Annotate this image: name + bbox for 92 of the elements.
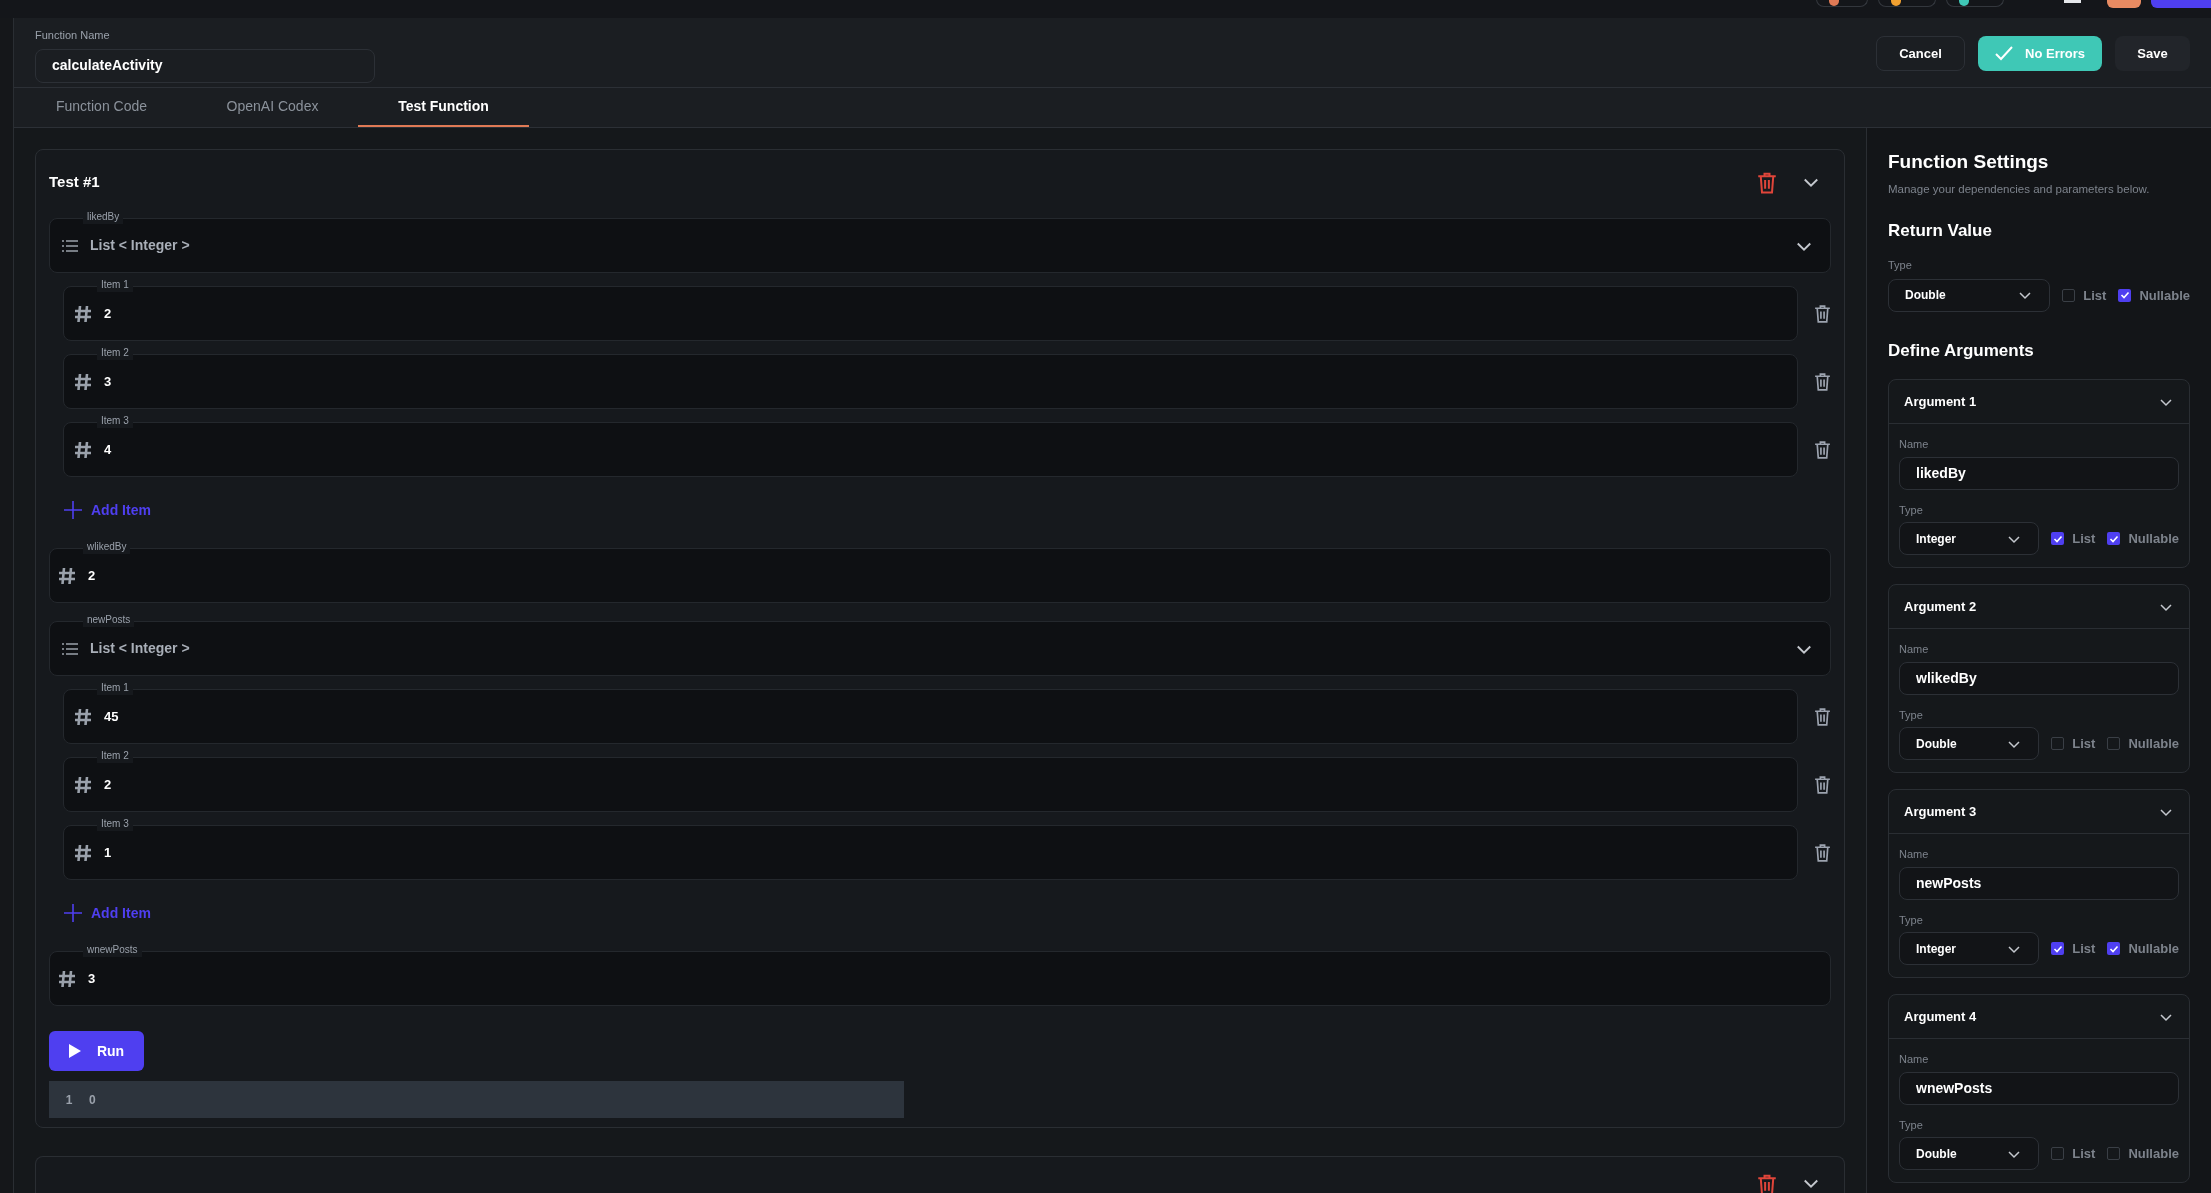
panel-title: Function Settings xyxy=(1888,150,2050,174)
trash-icon[interactable] xyxy=(1757,170,1777,194)
checkbox[interactable] xyxy=(2107,942,2121,956)
field-label: Item 3 xyxy=(97,816,133,831)
checkbox-label: Nullable xyxy=(2128,1145,2179,1163)
trash-icon[interactable] xyxy=(1814,843,1831,862)
hash-icon xyxy=(74,440,92,459)
checkbox[interactable] xyxy=(2118,288,2132,302)
run-button[interactable]: Run xyxy=(49,1031,144,1071)
type-select[interactable]: Double xyxy=(1888,278,2051,312)
type-select[interactable]: Double xyxy=(1899,1137,2040,1171)
cancel-button[interactable]: Cancel xyxy=(1876,36,1965,71)
tab[interactable]: Test Function xyxy=(358,88,529,127)
checkbox-label: List xyxy=(2072,530,2096,548)
panel-subtitle: Manage your dependencies and parameters below. xyxy=(1888,181,2151,197)
tab[interactable]: Function Code xyxy=(16,88,187,127)
hash-icon xyxy=(74,843,92,862)
field-label: wlikedBy xyxy=(83,539,131,554)
check-icon xyxy=(1995,46,2013,61)
list-type: List < Integer > xyxy=(90,236,191,255)
test-title: Test #1 xyxy=(49,171,100,192)
field-label: Type xyxy=(1899,912,1924,928)
list-type: List < Integer > xyxy=(90,639,191,658)
hash-icon xyxy=(74,372,92,391)
play-icon xyxy=(68,1044,81,1058)
plus-icon xyxy=(63,500,83,520)
field-label: Type xyxy=(1899,1117,1924,1133)
checkbox[interactable] xyxy=(2051,737,2065,751)
checkbox[interactable] xyxy=(2107,1147,2121,1161)
field-label: Function Name xyxy=(35,28,111,43)
argument-title: Argument 2 xyxy=(1904,598,1977,616)
top-bar-button[interactable] xyxy=(2107,0,2141,8)
argument-title: Argument 3 xyxy=(1904,803,1977,821)
hash-icon xyxy=(74,304,92,323)
output-text: 0 xyxy=(89,1091,96,1109)
field-label: Name xyxy=(1899,847,1930,863)
line-number: 1 xyxy=(64,1091,74,1109)
field-label: Name xyxy=(1899,1052,1930,1068)
field-label: likedBy xyxy=(83,209,124,224)
field-label: Item 1 xyxy=(97,277,133,292)
trash-icon[interactable] xyxy=(1814,372,1831,391)
checkbox-label: List xyxy=(2072,940,2096,958)
field-label: Type xyxy=(1899,707,1924,723)
checkbox[interactable] xyxy=(2107,737,2121,751)
argument-name-field[interactable]: newPosts xyxy=(1899,866,2179,900)
checkbox-label: List xyxy=(2072,1145,2096,1163)
checkbox[interactable] xyxy=(2051,1147,2065,1161)
checkbox-label: Nullable xyxy=(2128,530,2179,548)
checkbox-label: List xyxy=(2083,286,2107,305)
section-title: Return Value xyxy=(1888,219,1993,242)
field-label: wnewPosts xyxy=(83,942,142,957)
field-label: Item 1 xyxy=(97,680,133,695)
type-select[interactable]: Integer xyxy=(1899,932,2040,966)
checkbox[interactable] xyxy=(2107,532,2121,546)
argument-name-field[interactable]: likedBy xyxy=(1899,456,2179,490)
trash-icon[interactable] xyxy=(1814,775,1831,794)
function-name-field[interactable]: calculateActivity xyxy=(35,48,375,83)
field-label: Name xyxy=(1899,437,1930,453)
argument-name-field[interactable]: wnewPosts xyxy=(1899,1071,2179,1105)
checkbox-label: Nullable xyxy=(2128,735,2179,753)
list-icon xyxy=(62,642,78,655)
checkbox[interactable] xyxy=(2051,942,2065,956)
checkbox-label: Nullable xyxy=(2139,286,2190,305)
field-label: Name xyxy=(1899,642,1930,658)
field-label: Item 2 xyxy=(97,345,133,360)
type-select[interactable]: Integer xyxy=(1899,522,2040,556)
trash-icon[interactable] xyxy=(1757,1173,1777,1193)
save-button[interactable]: Save xyxy=(2115,36,2190,71)
trash-icon[interactable] xyxy=(1814,440,1831,459)
field-label: Item 2 xyxy=(97,748,133,763)
list-icon xyxy=(62,239,78,252)
trash-icon[interactable] xyxy=(1814,304,1831,323)
field-label: newPosts xyxy=(83,612,135,627)
type-select[interactable]: Double xyxy=(1899,727,2040,761)
section-title: Define Arguments xyxy=(1888,339,2035,362)
argument-title: Argument 1 xyxy=(1904,393,1977,411)
plus-icon xyxy=(63,903,83,923)
field-label: Item 3 xyxy=(97,413,133,428)
field-label: Type xyxy=(1899,502,1924,518)
hash-icon xyxy=(58,566,76,585)
checkbox[interactable] xyxy=(2051,532,2065,546)
hash-icon xyxy=(74,707,92,726)
checkbox[interactable] xyxy=(2062,288,2076,302)
checkbox-label: List xyxy=(2072,735,2096,753)
trash-icon[interactable] xyxy=(1814,707,1831,726)
tab[interactable]: OpenAI Codex xyxy=(187,88,358,127)
argument-title: Argument 4 xyxy=(1904,1008,1977,1026)
checkbox-label: Nullable xyxy=(2128,940,2179,958)
argument-name-field[interactable]: wlikedBy xyxy=(1899,661,2179,695)
hash-icon xyxy=(58,969,76,988)
field-label: Type xyxy=(1888,258,1913,274)
hash-icon xyxy=(74,775,92,794)
